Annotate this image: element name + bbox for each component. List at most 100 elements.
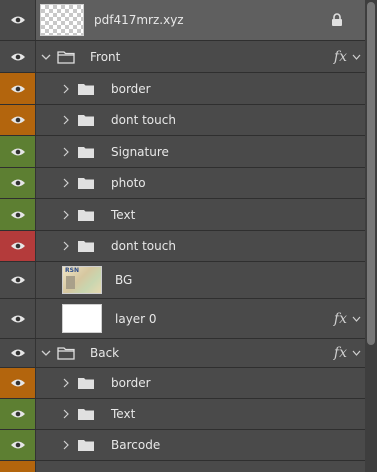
expand-chevron[interactable] [63,199,69,230]
layer-name[interactable]: pdf417mrz.xyz [94,0,184,40]
layer-row-partial[interactable] [0,461,365,472]
chevron-right-icon [63,210,69,219]
chevron-right-icon [63,409,69,419]
group-name[interactable]: Text [111,399,135,429]
visibility-toggle[interactable] [0,399,36,429]
chevron-right-icon [63,440,69,450]
layer-thumbnail: RSN [62,266,102,294]
eye-icon [10,276,25,284]
eye-icon [10,410,25,418]
layer-group-border[interactable]: border [0,73,365,105]
eye-icon [10,349,25,357]
visibility-toggle[interactable] [0,0,36,40]
layer-row-document[interactable]: pdf417mrz.xyz [0,0,365,41]
group-name[interactable]: Back [90,339,119,367]
fx-menu-chevron[interactable] [352,339,361,367]
eye-icon [10,53,25,60]
chevron-right-icon [63,378,69,388]
visibility-toggle[interactable] [0,136,36,167]
layer-row-bg[interactable]: RSN BG [0,262,365,299]
fx-icon[interactable]: fx [334,41,347,72]
layer-group-back[interactable]: Back fx [0,339,365,368]
expand-chevron[interactable] [63,105,69,135]
layer-group-dont-touch[interactable]: dont touch [0,105,365,136]
eye-icon [10,441,25,449]
folder-icon [57,339,75,367]
expand-chevron[interactable] [63,399,69,429]
group-name[interactable]: dont touch [111,105,176,135]
collapse-chevron[interactable] [41,41,51,72]
chevron-down-icon [41,54,51,60]
scrollbar-thumb[interactable] [367,2,375,345]
expand-chevron[interactable] [63,168,69,198]
layers-panel: pdf417mrz.xyz Front fx border dont touch… [0,0,377,472]
layer-group-back-text[interactable]: Text [0,399,365,430]
chevron-down-icon [352,54,361,60]
expand-chevron[interactable] [63,231,69,261]
visibility-toggle[interactable] [0,262,36,298]
group-name[interactable]: dont touch [111,231,176,261]
layer-group-signature[interactable]: Signature [0,136,365,168]
chevron-right-icon [63,241,69,251]
layer-group-photo[interactable]: photo [0,168,365,199]
chevron-right-icon [63,178,69,188]
visibility-toggle[interactable] [0,199,36,230]
lock-icon [331,0,343,40]
layer-group-front[interactable]: Front fx [0,41,365,73]
visibility-toggle[interactable] [0,368,36,398]
group-name[interactable]: Front [90,41,120,72]
folder-icon [77,168,95,198]
eye-icon [10,379,25,387]
fx-icon[interactable]: fx [334,339,347,367]
folder-icon [77,73,95,104]
visibility-toggle[interactable] [0,41,36,72]
folder-icon [77,231,95,261]
visibility-toggle[interactable] [0,339,36,367]
layer-name[interactable]: layer 0 [115,299,157,338]
layer-thumbnail [62,304,102,333]
visibility-toggle[interactable] [0,73,36,104]
expand-chevron[interactable] [63,430,69,460]
chevron-down-icon [41,350,51,356]
layer-row-layer-0[interactable]: layer 0 fx [0,299,365,339]
visibility-toggle[interactable] [0,168,36,198]
chevron-right-icon [63,84,69,93]
chevron-down-icon [352,350,361,356]
visibility-toggle[interactable] [0,430,36,460]
visibility-toggle[interactable] [0,299,36,338]
group-name[interactable]: border [111,368,151,398]
chevron-down-icon [352,316,361,322]
layer-group-dont-touch-red[interactable]: dont touch [0,231,365,262]
eye-icon [10,116,25,124]
group-name[interactable]: Signature [111,136,169,167]
group-name[interactable]: border [111,73,151,104]
fx-menu-chevron[interactable] [352,41,361,72]
fx-icon[interactable]: fx [334,299,347,338]
visibility-toggle[interactable] [0,231,36,261]
expand-chevron[interactable] [63,136,69,167]
eye-icon [10,16,25,24]
group-name[interactable]: photo [111,168,146,198]
layer-group-back-border[interactable]: border [0,368,365,399]
thumbnail-text: RSN [65,267,79,274]
layer-group-barcode[interactable]: Barcode [0,430,365,461]
layer-name[interactable]: BG [115,262,132,298]
group-name[interactable]: Barcode [111,430,160,460]
folder-icon [77,136,95,167]
folder-icon [77,368,95,398]
visibility-toggle[interactable] [0,461,36,472]
chevron-right-icon [63,147,69,156]
eye-icon [10,242,25,250]
layer-group-text[interactable]: Text [0,199,365,231]
expand-chevron[interactable] [63,73,69,104]
folder-icon [77,105,95,135]
expand-chevron[interactable] [63,368,69,398]
visibility-toggle[interactable] [0,105,36,135]
group-name[interactable]: Text [111,199,135,230]
folder-icon [77,399,95,429]
folder-icon [77,199,95,230]
collapse-chevron[interactable] [41,339,51,367]
folder-icon [57,41,75,72]
fx-menu-chevron[interactable] [352,299,361,338]
eye-icon [10,85,25,92]
